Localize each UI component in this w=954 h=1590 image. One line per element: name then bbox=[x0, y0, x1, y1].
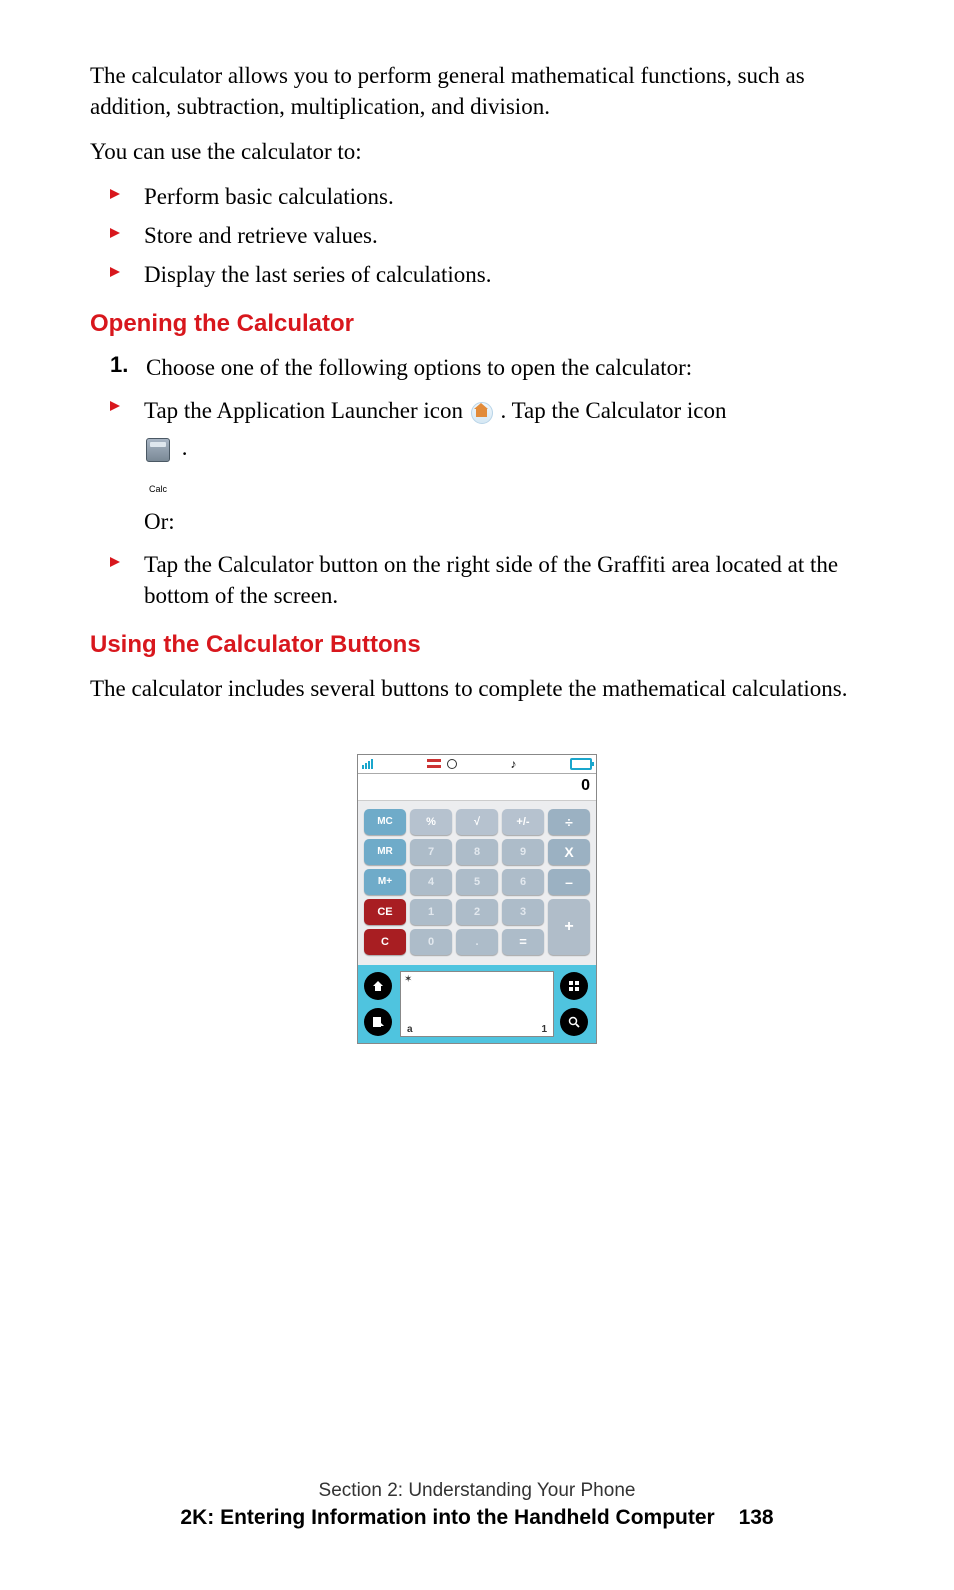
calc-icon bbox=[146, 438, 170, 462]
plusminus-button[interactable]: +/- bbox=[502, 809, 544, 835]
minus-button[interactable]: – bbox=[548, 869, 590, 895]
home-icon bbox=[471, 402, 493, 424]
menu-nav-icon[interactable] bbox=[364, 1008, 392, 1036]
num-0-button[interactable]: 0 bbox=[410, 929, 452, 955]
list-item: Perform basic calculations. bbox=[110, 181, 864, 212]
list-text: Display the last series of calculations. bbox=[144, 259, 491, 290]
list-item: Store and retrieve values. bbox=[110, 220, 864, 251]
graffiti-area: ✶ a 1 bbox=[358, 965, 596, 1043]
num-9-button[interactable]: 9 bbox=[502, 839, 544, 865]
mc-button[interactable]: MC bbox=[364, 809, 406, 835]
apps-nav-icon[interactable] bbox=[560, 972, 588, 1000]
bullet-icon bbox=[110, 557, 120, 567]
multiply-button[interactable]: X bbox=[548, 839, 590, 865]
list-item: Tap the Calculator button on the right s… bbox=[110, 549, 864, 611]
note-icon: ♪ bbox=[510, 757, 516, 771]
text-mid: . Tap the Calculator icon bbox=[501, 398, 727, 423]
step-number: 1. bbox=[110, 352, 128, 378]
bullet-icon bbox=[110, 228, 120, 238]
dot-button[interactable]: . bbox=[456, 929, 498, 955]
or-text: Or: bbox=[144, 509, 175, 534]
mplus-button[interactable]: M+ bbox=[364, 869, 406, 895]
step-row: 1. Choose one of the following options t… bbox=[110, 352, 864, 383]
page-footer: Section 2: Understanding Your Phone 2K: … bbox=[0, 1480, 954, 1530]
status-center bbox=[427, 759, 457, 769]
page-number: 138 bbox=[739, 1506, 774, 1529]
heading-using: Using the Calculator Buttons bbox=[90, 631, 864, 659]
list-item: Display the last series of calculations. bbox=[110, 259, 864, 290]
flag-icon bbox=[427, 759, 441, 768]
num-6-button[interactable]: 6 bbox=[502, 869, 544, 895]
step-text: Choose one of the following options to o… bbox=[146, 352, 692, 383]
list-text: Store and retrieve values. bbox=[144, 220, 378, 251]
text-post: . bbox=[182, 435, 188, 460]
bullet-icon bbox=[110, 401, 120, 411]
num-2-button[interactable]: 2 bbox=[456, 899, 498, 925]
plus-button[interactable]: + bbox=[548, 899, 590, 955]
footer-title-line: 2K: Entering Information into the Handhe… bbox=[0, 1506, 954, 1530]
calc-display: 0 bbox=[358, 774, 596, 801]
graffiti-label-1: 1 bbox=[541, 1024, 547, 1035]
graffiti-label-a: a bbox=[407, 1024, 413, 1035]
num-4-button[interactable]: 4 bbox=[410, 869, 452, 895]
calc-keypad: MC % √ +/- ÷ MR 7 8 9 X M+ 4 5 6 – CE bbox=[364, 809, 590, 955]
battery-icon bbox=[570, 758, 592, 770]
bullet-icon bbox=[110, 267, 120, 277]
ce-button[interactable]: CE bbox=[364, 899, 406, 925]
num-8-button[interactable]: 8 bbox=[456, 839, 498, 865]
heading-opening: Opening the Calculator bbox=[90, 310, 864, 338]
c-button[interactable]: C bbox=[364, 929, 406, 955]
percent-button[interactable]: % bbox=[410, 809, 452, 835]
target-icon bbox=[447, 759, 457, 769]
home-nav-icon[interactable] bbox=[364, 972, 392, 1000]
num-5-button[interactable]: 5 bbox=[456, 869, 498, 895]
using-paragraph: The calculator includes several buttons … bbox=[90, 673, 864, 704]
device-frame: ♪ 0 MC % √ +/- ÷ MR 7 8 9 X M+ 4 bbox=[357, 754, 597, 1044]
uses-list: Perform basic calculations. Store and re… bbox=[110, 181, 864, 290]
status-bar: ♪ bbox=[358, 755, 596, 774]
text-pre: Tap the Application Launcher icon bbox=[144, 398, 469, 423]
bullet-icon bbox=[110, 189, 120, 199]
graffiti-star: ✶ bbox=[404, 974, 412, 985]
page-content: The calculator allows you to perform gen… bbox=[0, 0, 954, 1044]
footer-section: Section 2: Understanding Your Phone bbox=[0, 1480, 954, 1502]
intro-paragraph: The calculator allows you to perform gen… bbox=[90, 60, 864, 122]
num-1-button[interactable]: 1 bbox=[410, 899, 452, 925]
num-7-button[interactable]: 7 bbox=[410, 839, 452, 865]
num-3-button[interactable]: 3 bbox=[502, 899, 544, 925]
graffiti-input[interactable]: ✶ a 1 bbox=[400, 971, 554, 1037]
list-text: Perform basic calculations. bbox=[144, 181, 394, 212]
opening-steps: 1. Choose one of the following options t… bbox=[110, 352, 864, 610]
sqrt-button[interactable]: √ bbox=[456, 809, 498, 835]
signal-icon bbox=[362, 759, 373, 769]
calculator-figure: ♪ 0 MC % √ +/- ÷ MR 7 8 9 X M+ 4 bbox=[90, 754, 864, 1044]
list-item: Tap the Application Launcher icon . Tap … bbox=[110, 393, 864, 540]
open-instruction-2: Tap the Calculator button on the right s… bbox=[144, 549, 864, 611]
open-instruction-1: Tap the Application Launcher icon . Tap … bbox=[144, 393, 727, 540]
mr-button[interactable]: MR bbox=[364, 839, 406, 865]
find-nav-icon[interactable] bbox=[560, 1008, 588, 1036]
equals-button[interactable]: = bbox=[502, 929, 544, 955]
footer-title: 2K: Entering Information into the Handhe… bbox=[180, 1506, 714, 1529]
calc-icon-label: Calc bbox=[149, 484, 167, 494]
calc-body: MC % √ +/- ÷ MR 7 8 9 X M+ 4 5 6 – CE bbox=[358, 801, 596, 965]
uses-lead: You can use the calculator to: bbox=[90, 136, 864, 167]
divide-button[interactable]: ÷ bbox=[548, 809, 590, 835]
